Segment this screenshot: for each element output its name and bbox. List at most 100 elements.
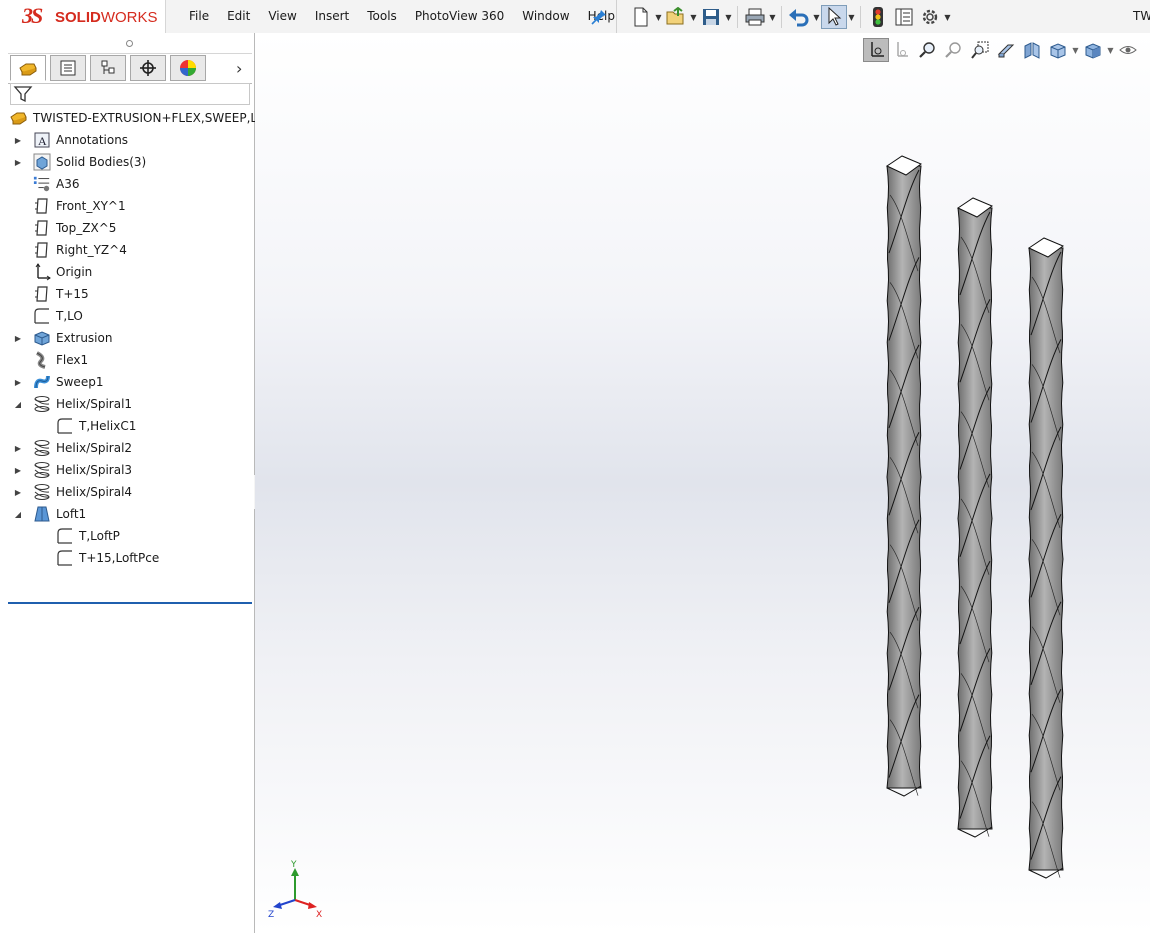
options-dropdown-arrow[interactable]: ▼	[943, 5, 952, 29]
section-view-icon[interactable]	[993, 38, 1019, 62]
rollback-bar[interactable]	[8, 602, 252, 604]
solidworks-logo[interactable]: 3S SOLIDWORKS	[0, 0, 166, 33]
chevron-right-icon[interactable]: ›	[236, 59, 242, 78]
tree-item-origin[interactable]: Origin	[0, 261, 252, 283]
file-properties-icon[interactable]	[891, 5, 917, 29]
expand-arrow-icon[interactable]: ▶	[13, 135, 23, 145]
select-dropdown-arrow[interactable]: ▼	[847, 5, 856, 29]
twisted-bar-body[interactable]	[956, 197, 994, 838]
tree-item-t-lo[interactable]: T,LO	[0, 305, 252, 327]
select-icon[interactable]	[821, 5, 847, 29]
menu-edit[interactable]: Edit	[218, 0, 259, 33]
tree-item-t-15-loftpce[interactable]: T+15,LoftPce	[0, 547, 252, 569]
menu-tools[interactable]: Tools	[358, 0, 406, 33]
twisted-bar-body[interactable]	[1027, 237, 1065, 879]
menu-file[interactable]: File	[180, 0, 218, 33]
zoom-to-area-icon[interactable]	[941, 38, 967, 62]
svg-text:A: A	[38, 134, 47, 148]
tree-item-extrusion[interactable]: ▶ Extrusion	[0, 327, 252, 349]
print-dropdown-arrow[interactable]: ▼	[768, 5, 777, 29]
expand-arrow-icon[interactable]: ▶	[13, 377, 23, 387]
new-document-icon[interactable]	[628, 5, 654, 29]
tree-item-helix-spiral2[interactable]: ▶ Helix/Spiral2	[0, 437, 252, 459]
expand-arrow-icon[interactable]: ▶	[13, 333, 23, 343]
tree-item-annotations[interactable]: ▶ A Annotations	[0, 129, 252, 151]
tree-filter-input[interactable]	[10, 83, 250, 105]
menu-photoview-360[interactable]: PhotoView 360	[406, 0, 513, 33]
tree-item-solid-bodies-3[interactable]: ▶ Solid Bodies(3)	[0, 151, 252, 173]
menu-insert[interactable]: Insert	[306, 0, 358, 33]
tree-root[interactable]: TWISTED-EXTRUSION+FLEX,SWEEP,LOFT	[0, 107, 280, 129]
feature-manager-tab[interactable]	[10, 55, 46, 81]
view-origins-icon[interactable]	[889, 38, 915, 62]
feature-manager-panel: › TWISTED-EXTRUSION+FLEX,SWEEP,LOFT ▶ A An…	[0, 33, 280, 933]
twisted-bars-model[interactable]	[255, 33, 1150, 933]
bar-surface[interactable]	[886, 165, 922, 789]
menu-view[interactable]: View	[259, 0, 305, 33]
options-icon[interactable]	[917, 5, 943, 29]
display-manager-tab[interactable]	[170, 55, 206, 81]
z-axis-arrow	[273, 902, 282, 909]
tree-item-a36[interactable]: A36	[0, 173, 252, 195]
tree-item-label: Top_ZX^5	[56, 221, 117, 235]
dynamic-annotation-views-icon[interactable]	[1019, 38, 1045, 62]
tree-item-front-xy-1[interactable]: Front_XY^1	[0, 195, 252, 217]
twisted-bar-body[interactable]	[885, 155, 923, 797]
expand-arrow-icon[interactable]: ▶	[13, 465, 23, 475]
logo-wordmark: SOLIDWORKS	[55, 9, 158, 26]
open-dropdown-arrow[interactable]: ▼	[689, 5, 698, 29]
expand-arrow-icon[interactable]: ▶	[13, 157, 23, 167]
collapse-arrow-icon[interactable]: ◢	[13, 399, 23, 409]
undo-icon[interactable]	[786, 5, 812, 29]
tree-item-flex1[interactable]: Flex1	[0, 349, 252, 371]
x-axis-label: X	[316, 910, 322, 920]
tree-item-helix-spiral4[interactable]: ▶ Helix/Spiral4	[0, 481, 252, 503]
tree-item-helix-spiral3[interactable]: ▶ Helix/Spiral3	[0, 459, 252, 481]
tree-item-label: Helix/Spiral1	[56, 397, 133, 411]
menu-window[interactable]: Window	[513, 0, 578, 33]
pin-menu-icon[interactable]	[590, 8, 608, 26]
undo-dropdown-arrow[interactable]: ▼	[812, 5, 821, 29]
display-style-icon[interactable]	[1080, 38, 1106, 62]
bar-surface[interactable]	[1028, 247, 1064, 871]
dimxpert-tab[interactable]	[130, 55, 166, 81]
tree-item-top-zx-5[interactable]: Top_ZX^5	[0, 217, 252, 239]
new-dropdown-arrow[interactable]: ▼	[654, 5, 663, 29]
tree-item-helix-spiral1[interactable]: ◢ Helix/Spiral1	[0, 393, 252, 415]
origin-icon	[33, 263, 51, 281]
previous-view-icon[interactable]	[967, 38, 993, 62]
configuration-manager-tab[interactable]	[90, 55, 126, 81]
collapse-arrow-icon[interactable]: ◢	[13, 509, 23, 519]
rebuild-icon[interactable]	[865, 5, 891, 29]
tree-item-label: T+15,LoftPce	[79, 551, 160, 565]
tree-item-t-loftp[interactable]: T,LoftP	[0, 525, 252, 547]
panel-splitter[interactable]	[8, 33, 252, 54]
open-icon[interactable]	[663, 5, 689, 29]
toolbar-separator	[616, 0, 617, 33]
expand-arrow-icon[interactable]: ▶	[13, 443, 23, 453]
logo-ds-mark: 3S	[22, 3, 43, 28]
hide-show-items-icon[interactable]	[1115, 38, 1141, 62]
display-style-dropdown-arrow[interactable]: ▼	[1106, 46, 1115, 55]
save-dropdown-arrow[interactable]: ▼	[724, 5, 733, 29]
bar-surface[interactable]	[957, 207, 993, 830]
view-orientation-dropdown-arrow[interactable]: ▼	[1071, 46, 1080, 55]
temporary-axes-icon[interactable]	[863, 38, 889, 62]
print-icon[interactable]	[742, 5, 768, 29]
expand-arrow-icon[interactable]: ▶	[13, 487, 23, 497]
tree-item-label: T,LO	[56, 309, 83, 323]
tree-root-label: TWISTED-EXTRUSION+FLEX,SWEEP,LOFT	[33, 111, 281, 125]
zoom-to-fit-icon[interactable]	[915, 38, 941, 62]
tree-item-loft1[interactable]: ◢ Loft1	[0, 503, 252, 525]
material-icon	[33, 175, 51, 193]
tree-item-t-helixc1[interactable]: T,HelixC1	[0, 415, 252, 437]
tree-item-right-yz-4[interactable]: Right_YZ^4	[0, 239, 252, 261]
view-orientation-icon[interactable]	[1045, 38, 1071, 62]
tree-item-sweep1[interactable]: ▶ Sweep1	[0, 371, 252, 393]
save-icon[interactable]	[698, 5, 724, 29]
tree-item-label: Extrusion	[56, 331, 113, 345]
splitter-handle[interactable]	[126, 40, 133, 47]
property-manager-tab[interactable]	[50, 55, 86, 81]
tree-item-t-15[interactable]: T+15	[0, 283, 252, 305]
graphics-area[interactable]: ▼ ▼ Y X Z	[255, 33, 1150, 933]
